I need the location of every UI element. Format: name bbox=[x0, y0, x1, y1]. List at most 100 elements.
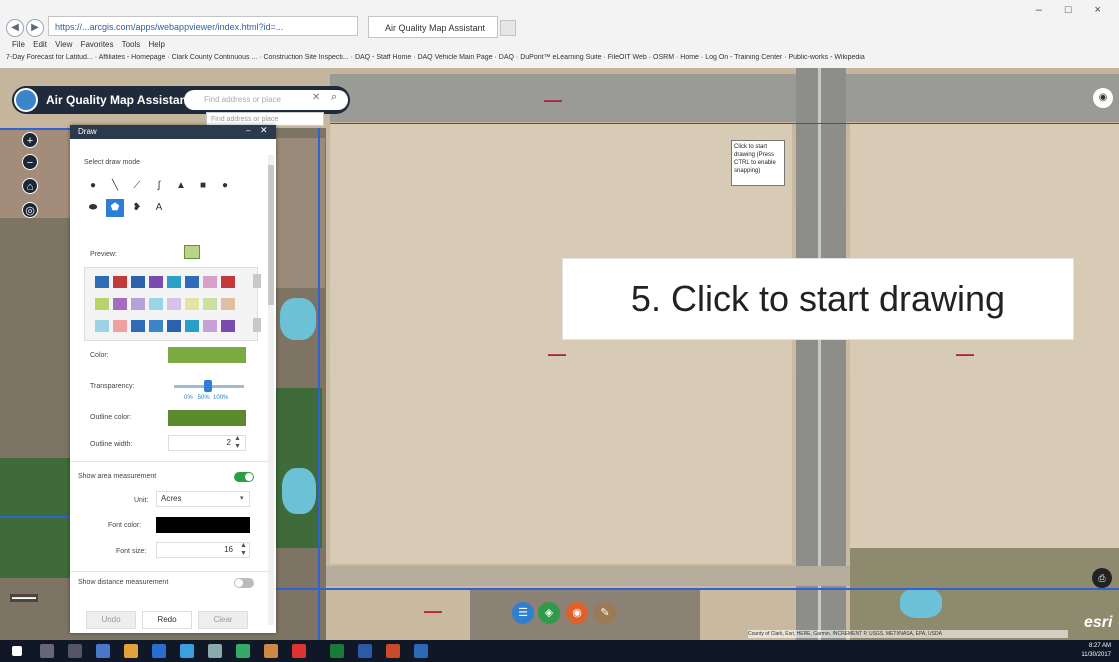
legend-icon[interactable]: ◈ bbox=[538, 602, 560, 624]
symbol-swatch[interactable] bbox=[185, 298, 199, 310]
taskbar-app-icon[interactable] bbox=[96, 644, 110, 658]
tab-air-quality[interactable]: Air Quality Map Assistant bbox=[368, 16, 498, 38]
favorite-link[interactable]: 7-Day Forecast for Latitud... bbox=[6, 54, 93, 61]
symbol-swatch[interactable] bbox=[203, 298, 217, 310]
folder-icon[interactable] bbox=[124, 644, 138, 658]
symbol-swatch[interactable] bbox=[95, 298, 109, 310]
symbol-swatch[interactable] bbox=[95, 276, 109, 288]
window-controls[interactable]: – □ × bbox=[1036, 4, 1111, 16]
rectangle-icon[interactable]: ■ bbox=[194, 177, 212, 195]
transparency-slider-thumb[interactable] bbox=[204, 380, 212, 392]
taskbar-app-icon[interactable] bbox=[236, 644, 250, 658]
eye-icon[interactable]: ◉ bbox=[1093, 88, 1113, 108]
back-button[interactable]: ◀ bbox=[6, 19, 24, 37]
search-icon[interactable]: ⌕ bbox=[331, 91, 337, 104]
powerpoint-icon[interactable] bbox=[386, 644, 400, 658]
menu-edit[interactable]: Edit bbox=[33, 40, 47, 49]
favorite-link[interactable]: FileOIT Web bbox=[608, 54, 647, 61]
symbol-swatch[interactable] bbox=[149, 276, 163, 288]
menu-view[interactable]: View bbox=[55, 40, 72, 49]
symbol-swatch[interactable] bbox=[131, 298, 145, 310]
forward-button[interactable]: ▶ bbox=[26, 19, 44, 37]
symbol-swatch[interactable] bbox=[131, 276, 145, 288]
close-icon[interactable]: ✕ bbox=[312, 92, 320, 103]
clear-button[interactable]: Clear bbox=[198, 611, 248, 629]
search-input[interactable]: Find address or place bbox=[184, 90, 348, 110]
freehand-polygon-icon[interactable]: ❥ bbox=[128, 199, 146, 217]
symbol-swatch[interactable] bbox=[167, 276, 181, 288]
symbol-swatch[interactable] bbox=[149, 298, 163, 310]
symbol-swatch[interactable] bbox=[221, 320, 235, 332]
palette-scroll-down[interactable] bbox=[253, 318, 261, 332]
distance-measurement-toggle[interactable] bbox=[234, 578, 254, 588]
outlook-icon[interactable] bbox=[414, 644, 428, 658]
menu-favorites[interactable]: Favorites bbox=[81, 40, 114, 49]
unit-select[interactable]: Acres bbox=[156, 491, 250, 507]
pin-icon[interactable]: ● bbox=[84, 177, 102, 195]
symbol-swatch[interactable] bbox=[95, 320, 109, 332]
task-view-icon[interactable] bbox=[68, 644, 82, 658]
circle-icon[interactable]: ● bbox=[216, 177, 234, 195]
symbol-swatch[interactable] bbox=[203, 276, 217, 288]
outline-color-picker[interactable] bbox=[168, 410, 246, 426]
print-icon[interactable]: ⎙ bbox=[1092, 568, 1112, 588]
favorite-link[interactable]: Log On - Training Center bbox=[705, 54, 782, 61]
zoom-out-button[interactable]: − bbox=[22, 154, 38, 170]
fill-color-picker[interactable] bbox=[168, 347, 246, 363]
favorite-link[interactable]: Clark County Continuous ... bbox=[172, 54, 258, 61]
draw-widget-icon[interactable]: ✎ bbox=[594, 602, 616, 624]
minimize-icon[interactable]: – bbox=[246, 126, 250, 135]
browser-menu[interactable]: File Edit View Favorites Tools Help bbox=[12, 40, 165, 49]
ellipse-icon[interactable]: ⬬ bbox=[84, 199, 102, 217]
symbol-swatch[interactable] bbox=[167, 298, 181, 310]
outline-width-stepper[interactable]: ▲ ▼ bbox=[234, 435, 241, 451]
word-icon[interactable] bbox=[358, 644, 372, 658]
search-suggestion[interactable]: Find address or place bbox=[206, 112, 324, 126]
new-tab-button[interactable] bbox=[500, 20, 516, 36]
basemap-icon[interactable]: ◉ bbox=[566, 602, 588, 624]
polyline-icon[interactable]: ⟋ bbox=[128, 177, 146, 195]
favorite-link[interactable]: DAQ Vehicle Main Page bbox=[417, 54, 492, 61]
polygon-icon[interactable]: ⬟ bbox=[106, 199, 124, 217]
symbol-swatch[interactable] bbox=[113, 298, 127, 310]
favorite-link[interactable]: DAQ bbox=[499, 54, 514, 61]
layers-icon[interactable]: ☰ bbox=[512, 602, 534, 624]
symbol-swatch[interactable] bbox=[113, 320, 127, 332]
close-icon[interactable]: ✕ bbox=[260, 125, 268, 136]
symbol-swatch[interactable] bbox=[131, 320, 145, 332]
text-icon[interactable]: A bbox=[150, 199, 168, 217]
font-size-stepper[interactable]: ▲ ▼ bbox=[240, 542, 247, 558]
symbol-swatch[interactable] bbox=[185, 276, 199, 288]
symbol-swatch[interactable] bbox=[203, 320, 217, 332]
font-size-input[interactable]: 16 bbox=[156, 542, 250, 558]
taskbar-app-icon[interactable] bbox=[292, 644, 306, 658]
taskbar-app-icon[interactable] bbox=[208, 644, 222, 658]
symbol-swatch[interactable] bbox=[167, 320, 181, 332]
search-icon[interactable] bbox=[40, 644, 54, 658]
menu-file[interactable]: File bbox=[12, 40, 25, 49]
locate-icon[interactable]: ◎ bbox=[22, 202, 38, 218]
windows-start-icon[interactable] bbox=[12, 646, 22, 656]
address-bar[interactable]: https://...arcgis.com/apps/webappviewer/… bbox=[48, 16, 358, 36]
favorite-link[interactable]: Public-works - Wikipedia bbox=[788, 54, 864, 61]
taskbar-clock[interactable]: 8:27 AM 11/30/2017 bbox=[1081, 642, 1111, 660]
zoom-in-button[interactable]: + bbox=[22, 132, 38, 148]
favorite-link[interactable]: DAQ - Staff Home bbox=[355, 54, 411, 61]
menu-help[interactable]: Help bbox=[149, 40, 165, 49]
symbol-swatch[interactable] bbox=[113, 276, 127, 288]
favorite-link[interactable]: OSRM bbox=[653, 54, 674, 61]
area-measurement-toggle[interactable] bbox=[234, 472, 254, 482]
internet-explorer-icon[interactable] bbox=[152, 644, 166, 658]
favorite-link[interactable]: DuPont™ eLearning Suite bbox=[520, 54, 601, 61]
freehand-line-icon[interactable]: ∫ bbox=[150, 177, 168, 195]
favorite-link[interactable]: Construction Site Inspecti... bbox=[263, 54, 348, 61]
font-color-picker[interactable] bbox=[156, 517, 250, 533]
palette-scroll-up[interactable] bbox=[253, 274, 261, 288]
triangle-icon[interactable]: ▲ bbox=[172, 177, 190, 195]
excel-icon[interactable] bbox=[330, 644, 344, 658]
symbol-swatch[interactable] bbox=[221, 276, 235, 288]
favorite-link[interactable]: Home bbox=[680, 54, 699, 61]
undo-button[interactable]: Undo bbox=[86, 611, 136, 629]
line-icon[interactable]: ╲ bbox=[106, 177, 124, 195]
symbol-swatch[interactable] bbox=[149, 320, 163, 332]
